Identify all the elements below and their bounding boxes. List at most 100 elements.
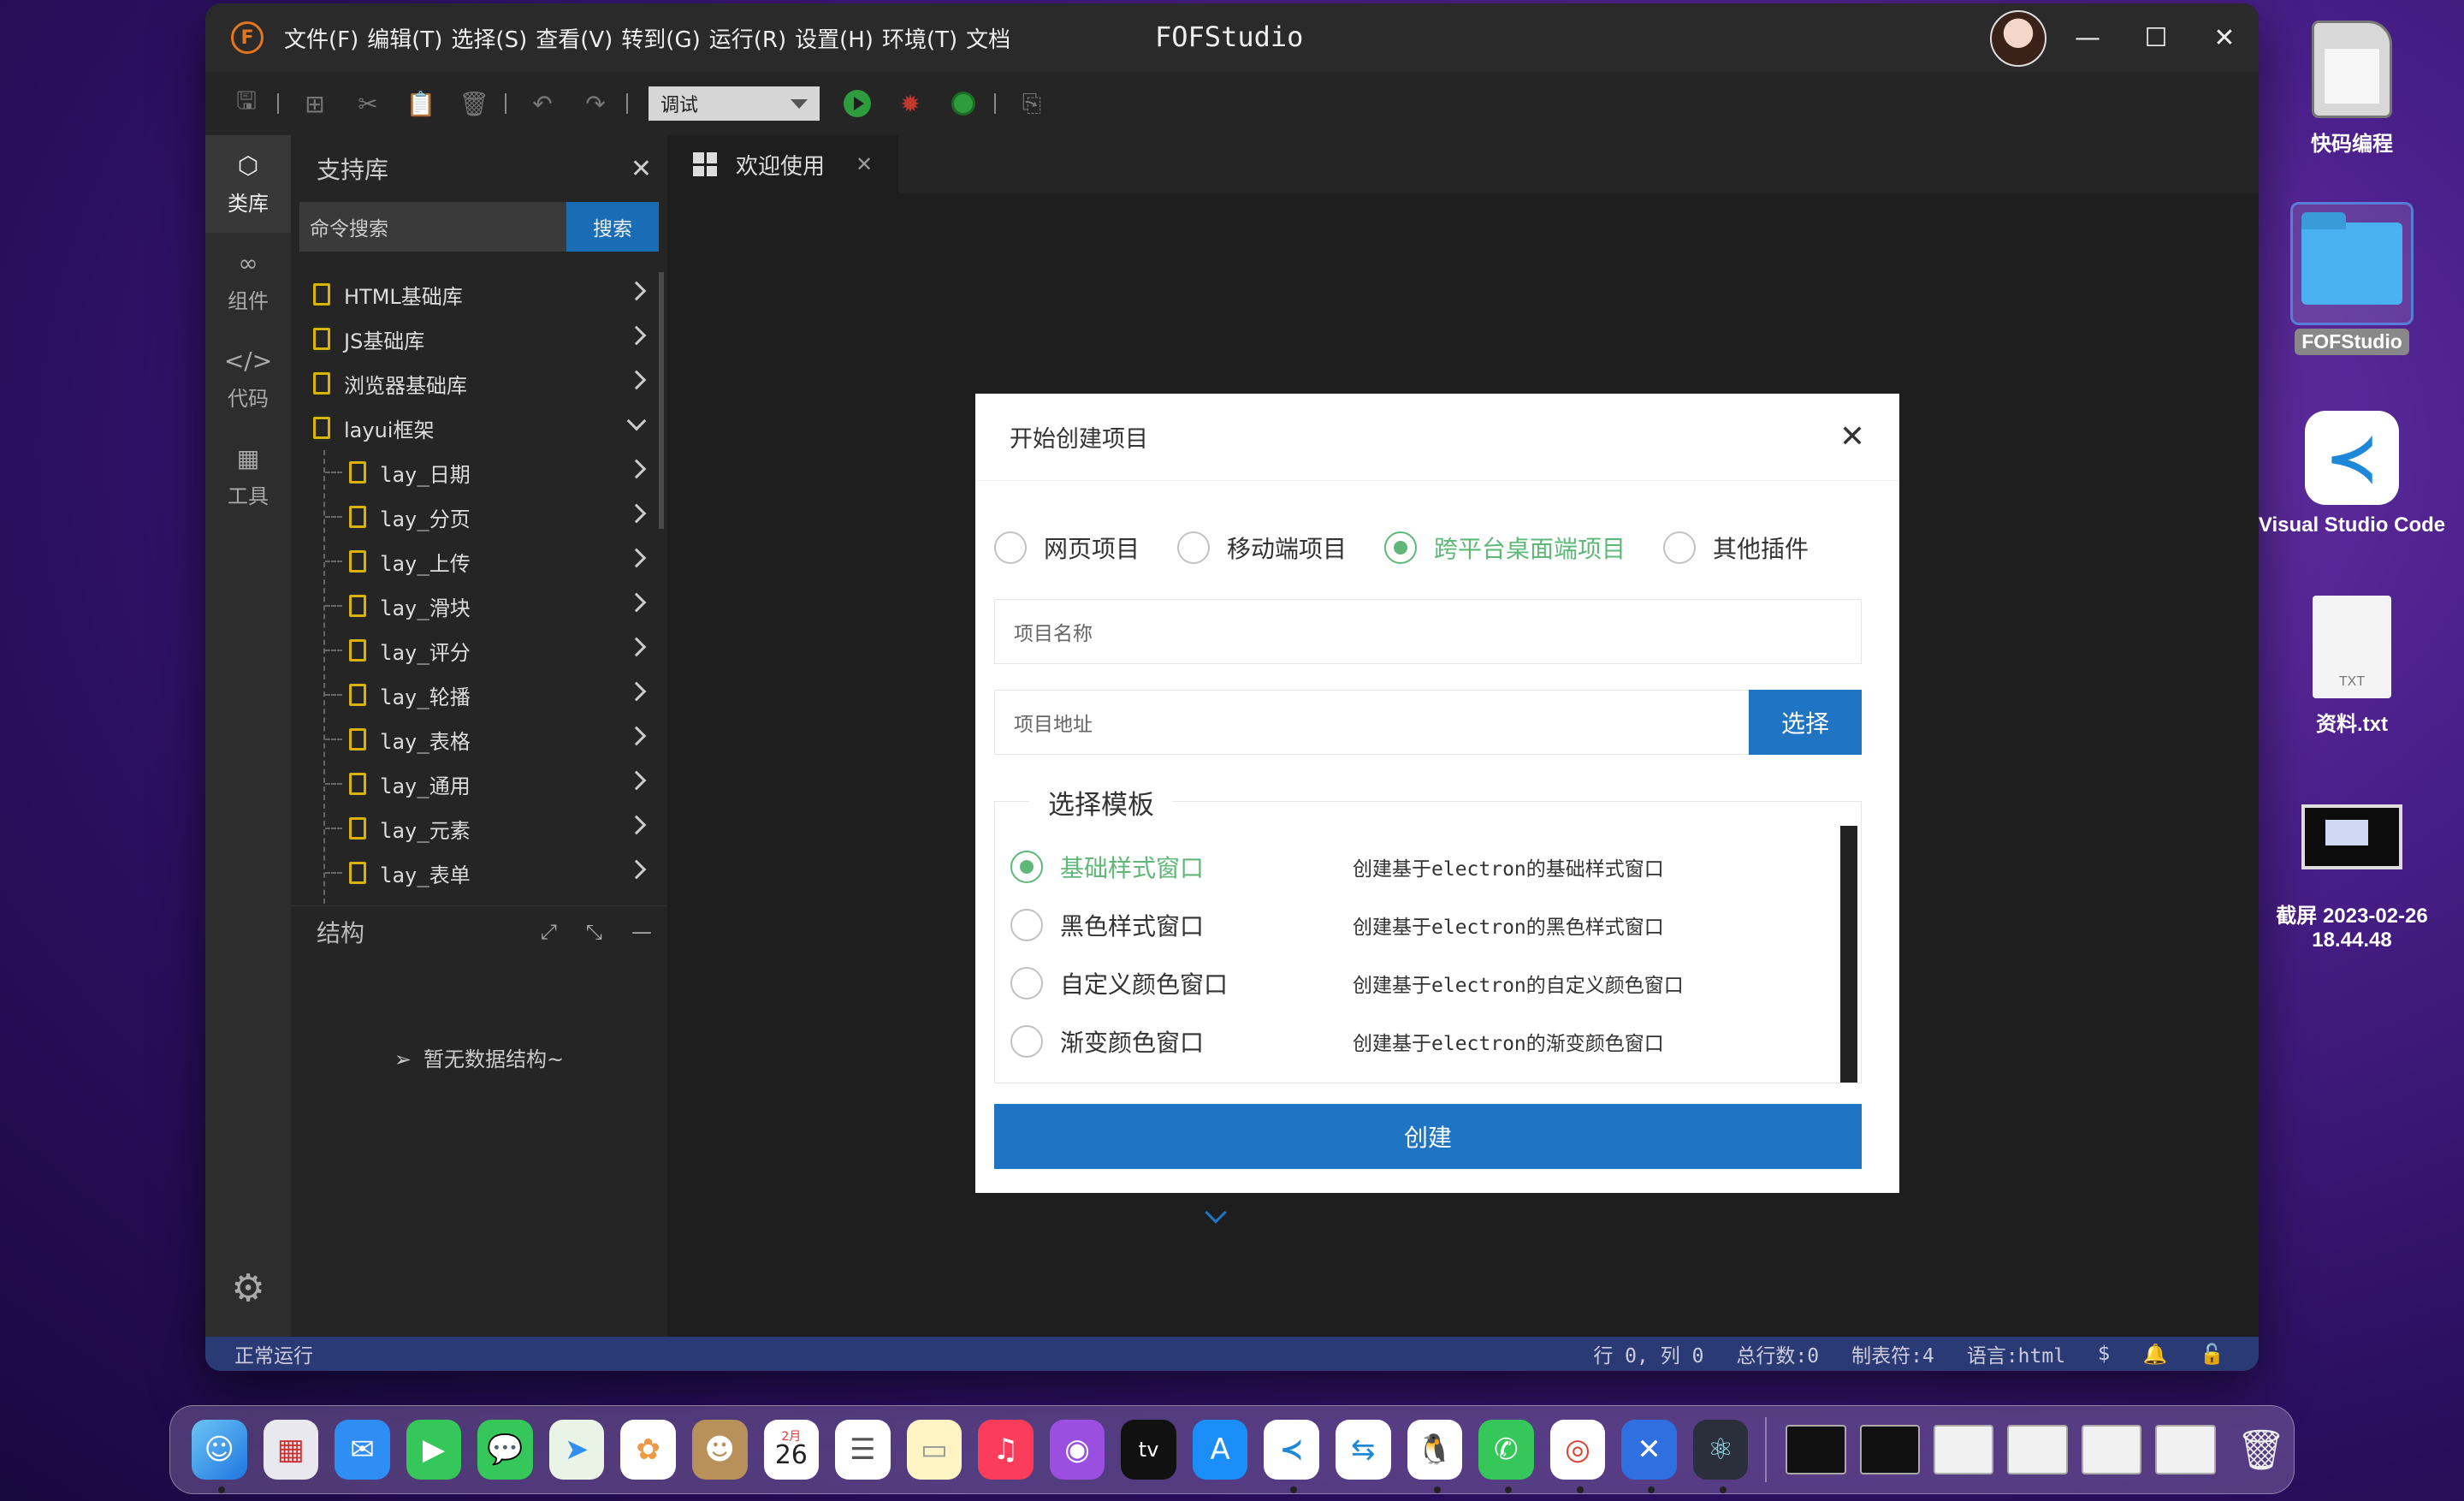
menu-settings[interactable]: 设置(H) bbox=[795, 22, 874, 54]
reminders-icon[interactable]: ☰ bbox=[835, 1420, 891, 1480]
notes-icon[interactable]: ▭ bbox=[906, 1420, 962, 1480]
close-icon[interactable]: ✕ bbox=[1839, 419, 1865, 454]
menu-goto[interactable]: 转到(G) bbox=[621, 22, 700, 54]
photos-icon[interactable]: ✿ bbox=[620, 1420, 676, 1480]
recent-window-thumbnail[interactable] bbox=[2155, 1425, 2216, 1474]
save-icon[interactable]: 🖫 bbox=[231, 86, 262, 119]
messages-icon[interactable]: 💬 bbox=[477, 1420, 533, 1480]
radio-template[interactable]: 基础样式窗口 bbox=[1010, 850, 1353, 884]
unlock-icon[interactable]: 🔓 bbox=[2200, 1343, 2224, 1366]
recent-window-thumbnail[interactable] bbox=[1786, 1425, 1846, 1474]
template-row[interactable]: 自定义颜色窗口 创建基于electron的自定义颜色窗口 bbox=[1010, 954, 1849, 1012]
paste-icon[interactable]: 📋 bbox=[406, 88, 436, 119]
close-tab-icon[interactable]: ✕ bbox=[856, 152, 873, 176]
tree-item[interactable]: lay_表格 bbox=[291, 717, 659, 762]
cursor-position[interactable]: 行 0, 列 0 bbox=[1593, 1339, 1703, 1368]
expand-icon[interactable]: ⤢ bbox=[541, 920, 557, 944]
sidebar-scrollbar[interactable] bbox=[659, 272, 664, 529]
tree-item[interactable]: HTML基础库 bbox=[291, 272, 659, 317]
radio-template[interactable]: 自定义颜色窗口 bbox=[1010, 966, 1353, 1000]
debug-bug-icon[interactable]: ✹ bbox=[895, 88, 926, 119]
minimize-panel-icon[interactable]: — bbox=[631, 920, 652, 944]
electron-icon[interactable]: ⚛ bbox=[1692, 1420, 1749, 1493]
menu-view[interactable]: 查看(V) bbox=[536, 22, 613, 54]
finder-icon[interactable]: ☺ bbox=[192, 1420, 247, 1493]
desktop-icon-screenshot[interactable]: 截屏 2023-02-26 18.44.48 bbox=[2254, 804, 2450, 952]
project-path-input[interactable]: 项目地址 选择 bbox=[994, 690, 1862, 755]
tree-item[interactable]: lay_分页 bbox=[291, 495, 659, 539]
teamviewer-icon[interactable]: ⇆ bbox=[1336, 1420, 1391, 1480]
tree-item[interactable]: lay_日期 bbox=[291, 450, 659, 495]
gear-icon[interactable]: ⚙ bbox=[224, 1265, 272, 1313]
wechat-icon[interactable]: ✆ bbox=[1478, 1420, 1534, 1493]
desktop-icon-kuaima[interactable]: 快码编程 bbox=[2254, 21, 2450, 157]
recent-window-thumbnail[interactable] bbox=[2007, 1425, 2068, 1474]
radio-mobile-project[interactable]: 移动端项目 bbox=[1177, 531, 1347, 565]
tree-item[interactable]: lay_轮播 bbox=[291, 673, 659, 717]
podcasts-icon[interactable]: ◉ bbox=[1049, 1420, 1105, 1480]
undo-icon[interactable]: ↶ bbox=[527, 88, 558, 119]
radio-web-project[interactable]: 网页项目 bbox=[994, 531, 1140, 565]
template-scrollbar[interactable] bbox=[1840, 826, 1857, 1083]
mode-select[interactable]: 调试 bbox=[649, 86, 820, 121]
cut-icon[interactable]: ✂ bbox=[352, 88, 383, 119]
activity-tools[interactable]: ▦ 工具 bbox=[205, 428, 291, 525]
launchpad-icon[interactable]: ▦ bbox=[263, 1420, 319, 1480]
redo-icon[interactable]: ↷ bbox=[580, 88, 611, 119]
maximize-button[interactable]: ☐ bbox=[2137, 19, 2175, 56]
qq-icon[interactable]: 🐧 bbox=[1407, 1420, 1463, 1493]
record-icon[interactable] bbox=[948, 88, 979, 119]
desktop-icon-txt[interactable]: TXT 资料.txt bbox=[2254, 596, 2450, 737]
recent-window-thumbnail[interactable] bbox=[2081, 1425, 2142, 1474]
tree-item[interactable]: layui框架 bbox=[291, 406, 659, 450]
tree-item[interactable]: lay_元素 bbox=[291, 806, 659, 851]
new-file-icon[interactable]: ⊞ bbox=[299, 88, 330, 119]
bell-icon[interactable]: 🔔 bbox=[2143, 1343, 2168, 1366]
minimize-button[interactable]: — bbox=[2069, 19, 2106, 56]
maps-icon[interactable]: ➤ bbox=[548, 1420, 605, 1480]
recent-window-thumbnail[interactable] bbox=[1859, 1425, 1921, 1474]
choose-path-button[interactable]: 选择 bbox=[1749, 690, 1862, 755]
menu-run[interactable]: 运行(R) bbox=[709, 22, 786, 54]
menu-file[interactable]: 文件(F) bbox=[284, 22, 358, 54]
search-input[interactable]: 命令搜索 bbox=[299, 202, 566, 252]
apple-tv-icon[interactable]: tv bbox=[1121, 1420, 1176, 1480]
radio-template[interactable]: 渐变颜色窗口 bbox=[1010, 1024, 1353, 1059]
language-mode[interactable]: 语言:html bbox=[1967, 1339, 2065, 1368]
activity-library[interactable]: ⬡ 类库 bbox=[205, 135, 291, 233]
contacts-icon[interactable]: ☻ bbox=[691, 1420, 748, 1480]
tab-welcome[interactable]: 欢迎使用 ✕ bbox=[667, 135, 899, 193]
menu-edit[interactable]: 编辑(T) bbox=[367, 22, 442, 54]
tree-item[interactable]: 浏览器基础库 bbox=[291, 361, 659, 406]
tree-item[interactable]: lay_通用 bbox=[291, 762, 659, 806]
radio-plugin-project[interactable]: 其他插件 bbox=[1663, 531, 1809, 565]
menu-env[interactable]: 环境(T) bbox=[882, 22, 957, 54]
close-window-button[interactable]: ✕ bbox=[2206, 19, 2243, 56]
delete-icon[interactable]: 🗑 bbox=[459, 88, 489, 119]
tree-item[interactable]: lay_上传 bbox=[291, 539, 659, 584]
chrome-icon[interactable]: ◎ bbox=[1549, 1420, 1606, 1493]
tree-item[interactable]: lay_评分 bbox=[291, 628, 659, 673]
recent-window-thumbnail[interactable] bbox=[1934, 1425, 1994, 1474]
tree-item[interactable]: JS基础库 bbox=[291, 317, 659, 361]
app-store-icon[interactable]: A bbox=[1192, 1420, 1248, 1480]
mail-icon[interactable]: ✉ bbox=[335, 1420, 390, 1480]
calendar-icon[interactable]: 2月 26 bbox=[763, 1420, 820, 1480]
desktop-icon-vscode[interactable]: ≺ Visual Studio Code bbox=[2254, 411, 2450, 537]
search-button[interactable]: 搜索 bbox=[566, 202, 659, 252]
dollar-icon[interactable]: $ bbox=[2098, 1343, 2111, 1365]
tab-size[interactable]: 制表符:4 bbox=[1851, 1339, 1934, 1368]
close-icon[interactable]: ✕ bbox=[631, 154, 652, 184]
activity-components[interactable]: ∞ 组件 bbox=[205, 233, 291, 330]
facetime-icon[interactable]: ▶ bbox=[406, 1420, 462, 1480]
desktop-icon-fofstudio[interactable]: FOFStudio bbox=[2254, 202, 2450, 355]
collapse-icon[interactable]: ⤡ bbox=[586, 920, 602, 944]
project-name-input[interactable]: 项目名称 bbox=[994, 599, 1862, 664]
vscode-dock-icon[interactable]: ≺ bbox=[1264, 1420, 1319, 1493]
tree-item[interactable]: lay_表单 bbox=[291, 851, 659, 895]
run-icon[interactable] bbox=[842, 88, 873, 119]
avatar[interactable] bbox=[1990, 10, 2046, 67]
music-icon[interactable]: ♫ bbox=[978, 1420, 1034, 1480]
radio-template[interactable]: 黑色样式窗口 bbox=[1010, 908, 1353, 942]
remote-desktop-icon[interactable]: ✕ bbox=[1621, 1420, 1677, 1493]
